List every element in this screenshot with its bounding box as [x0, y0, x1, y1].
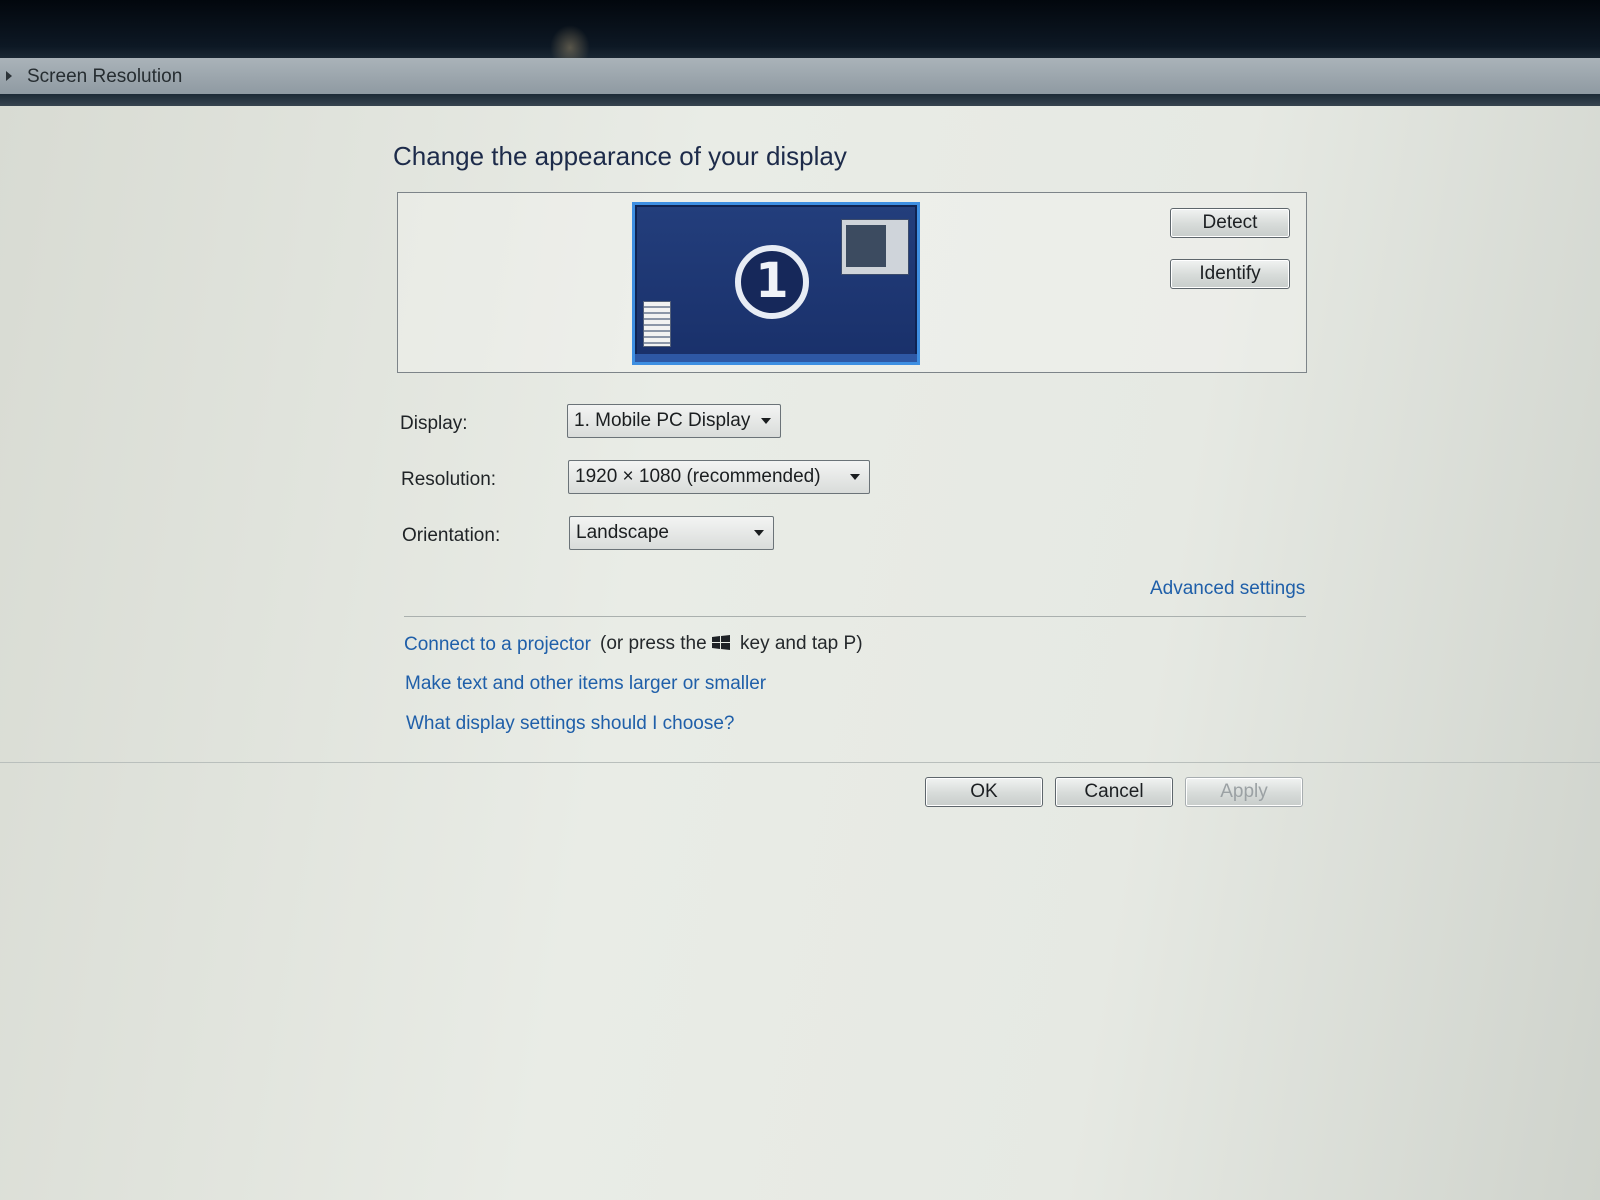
section-divider — [404, 616, 1306, 617]
document-thumbnail-icon — [643, 301, 671, 347]
windows-logo-icon — [712, 635, 730, 650]
ok-button[interactable]: OK — [925, 777, 1043, 807]
apply-button[interactable]: Apply — [1185, 777, 1303, 807]
monitor-number-badge: 1 — [735, 245, 809, 319]
display-dropdown-value: 1. Mobile PC Display — [574, 410, 751, 431]
window-title: Screen Resolution — [27, 66, 183, 87]
title-bar-divider — [0, 94, 1600, 106]
projector-hint-start: (or press the — [600, 633, 707, 654]
monitor-taskbar — [635, 354, 917, 362]
resolution-dropdown[interactable]: 1920 × 1080 (recommended) — [568, 460, 870, 494]
projector-hint-end: key and tap P) — [740, 633, 863, 654]
orientation-label: Orientation: — [402, 525, 501, 546]
text-size-link[interactable]: Make text and other items larger or smal… — [405, 673, 766, 695]
window-thumbnail-icon — [841, 219, 909, 275]
identify-button[interactable]: Identify — [1170, 259, 1290, 289]
advanced-settings-link[interactable]: Advanced settings — [1150, 578, 1305, 600]
monitor-1-thumbnail[interactable]: 1 — [632, 202, 920, 365]
chevron-down-icon — [754, 530, 764, 536]
detect-button[interactable]: Detect — [1170, 208, 1290, 238]
resolution-label: Resolution: — [401, 469, 497, 490]
display-label: Display: — [400, 413, 468, 434]
orientation-dropdown[interactable]: Landscape — [569, 516, 774, 550]
chevron-down-icon — [761, 418, 771, 424]
window-title-bar: Screen Resolution — [0, 58, 1600, 95]
desktop-top-band — [0, 0, 1600, 58]
resolution-dropdown-value: 1920 × 1080 (recommended) — [575, 466, 821, 487]
expand-arrow-icon[interactable] — [6, 71, 12, 81]
footer-divider — [0, 762, 1600, 763]
orientation-dropdown-value: Landscape — [576, 522, 669, 543]
chevron-down-icon — [850, 474, 860, 480]
cancel-button[interactable]: Cancel — [1055, 777, 1173, 807]
connect-projector-link[interactable]: Connect to a projector — [404, 634, 591, 656]
page-title: Change the appearance of your display — [393, 141, 847, 171]
display-dropdown[interactable]: 1. Mobile PC Display — [567, 404, 781, 438]
display-settings-help-link[interactable]: What display settings should I choose? — [406, 713, 734, 735]
